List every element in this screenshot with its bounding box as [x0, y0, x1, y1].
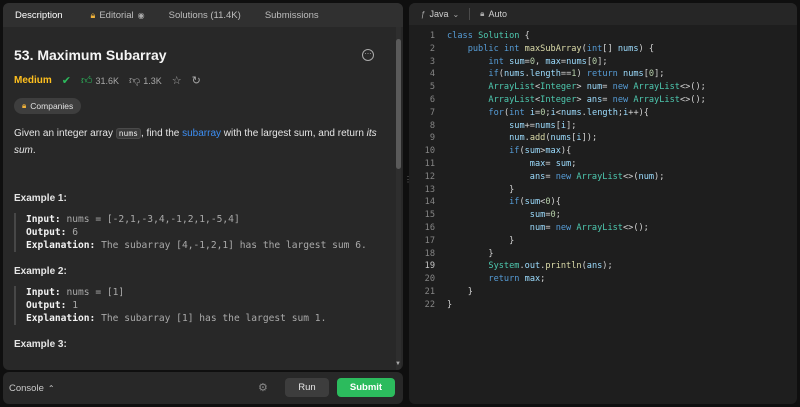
thumbs-up-icon: 👍︎ — [81, 75, 93, 87]
lock-icon: 🔒︎ — [480, 9, 485, 18]
console-toggle[interactable]: Console ⌃ — [9, 383, 55, 394]
subarray-link[interactable]: subarray — [182, 128, 221, 139]
code-area[interactable]: 1 class Solution { 2 public int maxSubArr… — [409, 30, 706, 312]
chevron-down-icon: ⌄ — [452, 9, 460, 19]
scroll-down-icon[interactable]: ▼ — [395, 361, 401, 367]
language-select[interactable]: ƒ Java ⌄ — [421, 9, 459, 19]
tab-solutions[interactable]: Solutions (11.4K) — [157, 3, 253, 27]
problem-meta: Medium ✔︎ 👍︎ 31.6K 👎︎ 1.3K ☆ ↻ — [14, 74, 384, 87]
example-3-title: Example 3: — [14, 339, 67, 350]
tab-description[interactable]: Description — [3, 3, 79, 27]
tab-editorial[interactable]: 🔒︎ Editorial ◉ — [79, 3, 157, 27]
scrollbar-thumb[interactable] — [396, 39, 401, 169]
code-editor-panel: ƒ Java ⌄ 🔒︎ Auto 1 class Solution { 2 pub… — [409, 3, 797, 404]
like-button[interactable]: 👍︎ 31.6K — [81, 74, 119, 87]
submit-button[interactable]: Submit — [337, 378, 395, 397]
panel-resize-handle[interactable]: ⋮ — [404, 175, 412, 195]
lock-icon: 🔒︎ — [22, 101, 27, 110]
tab-submissions[interactable]: Submissions — [253, 3, 331, 27]
problem-panel: Description 🔒︎ Editorial ◉ Solutions (11.4… — [3, 3, 403, 370]
problem-content: 53. Maximum Subarray ⋯ Medium ✔︎ 👍︎ 31.6… — [3, 27, 395, 370]
chevron-up-icon: ⌃ — [47, 383, 55, 393]
eye-icon: ◉ — [137, 10, 145, 20]
star-icon[interactable]: ☆ — [172, 74, 182, 87]
thumbs-down-icon: 👎︎ — [129, 75, 141, 87]
example-2-box: Input: nums = [1] Output: 1 Explanation:… — [14, 286, 384, 325]
action-bar: Console ⌃ ⚙ Run Submit — [3, 372, 403, 404]
example-2-title: Example 2: — [14, 266, 67, 277]
share-icon[interactable]: ↻ — [192, 74, 201, 87]
problem-description: Given an integer array nums, find the su… — [14, 128, 377, 156]
difficulty-badge: Medium — [14, 75, 52, 86]
example-1-box: Input: nums = [-2,1,-3,4,-1,2,1,-5,4] Ou… — [14, 213, 384, 252]
example-1-title: Example 1: — [14, 193, 67, 204]
run-button[interactable]: Run — [285, 378, 329, 397]
dislike-button[interactable]: 👎︎ 1.3K — [129, 74, 162, 87]
lock-icon: 🔒︎ — [90, 9, 96, 20]
debug-icon[interactable]: ⚙ — [258, 381, 268, 394]
editor-header: ƒ Java ⌄ 🔒︎ Auto — [409, 3, 797, 25]
more-options-icon[interactable]: ⋯ — [362, 49, 374, 61]
companies-tag[interactable]: 🔒︎ Companies — [14, 98, 82, 114]
problem-scrollbar[interactable] — [396, 27, 401, 370]
solved-check-icon: ✔︎ — [61, 75, 71, 87]
header-divider — [469, 8, 471, 20]
code-icon: ƒ — [421, 9, 426, 19]
leetcode-workspace: Description 🔒︎ Editorial ◉ Solutions (11.4… — [0, 0, 800, 407]
problem-title: 53. Maximum Subarray — [14, 47, 167, 63]
problem-tabs: Description 🔒︎ Editorial ◉ Solutions (11.4… — [3, 3, 403, 27]
autocomplete-toggle[interactable]: 🔒︎ Auto — [480, 9, 507, 19]
